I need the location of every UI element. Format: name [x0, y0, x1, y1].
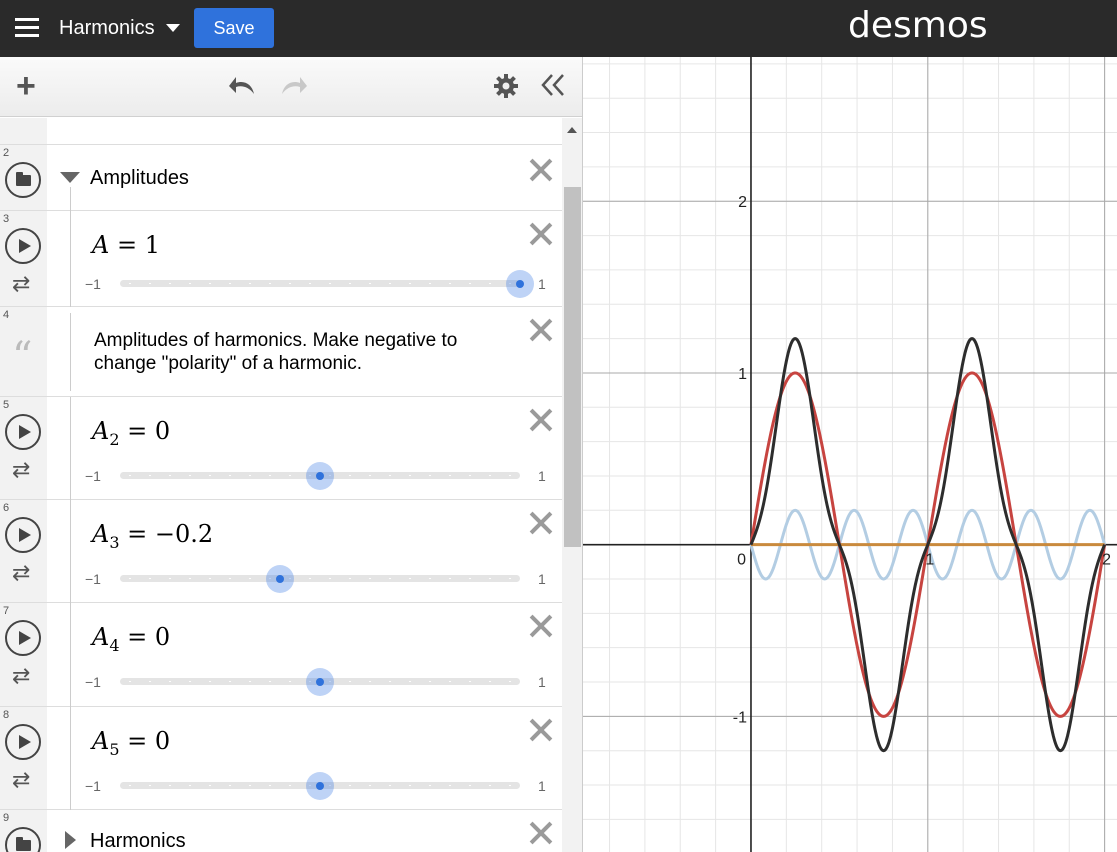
slider-handle[interactable]: [506, 270, 534, 298]
slider-max[interactable]: 1: [538, 571, 546, 587]
slider-track[interactable]: [120, 280, 520, 287]
gear-icon[interactable]: [493, 73, 519, 104]
top-bar: Harmonics Save desmos: [0, 0, 1117, 57]
folder-label[interactable]: Harmonics: [90, 830, 186, 852]
slider-min[interactable]: −1: [85, 674, 101, 690]
close-icon[interactable]: [529, 222, 553, 246]
tick-label-x: 1: [925, 552, 934, 569]
expression-row[interactable]: 4 “ Amplitudes of harmonics. Make negati…: [0, 307, 562, 397]
desmos-logo: desmos: [848, 5, 988, 46]
loop-icon[interactable]: ⇄: [12, 665, 30, 687]
redo-icon[interactable]: [278, 74, 308, 103]
expression-latex[interactable]: A2 = 0: [92, 417, 170, 449]
slider-handle[interactable]: [306, 668, 334, 696]
expression-list: 2 Amplitudes 3 ⇄ A = 1 −1 1 4 “ Amplitud…: [0, 118, 562, 852]
expression-row[interactable]: 3 ⇄ A = 1 −1 1: [0, 211, 562, 307]
slider-min[interactable]: −1: [85, 468, 101, 484]
expression-row[interactable]: 2 Amplitudes: [0, 145, 562, 211]
folder-closed-icon[interactable]: [65, 831, 76, 849]
close-icon[interactable]: [529, 318, 553, 342]
slider-max[interactable]: 1: [538, 468, 546, 484]
tick-label-y: -1: [733, 709, 747, 726]
row-number: 3: [3, 213, 10, 225]
loop-icon[interactable]: ⇄: [12, 459, 30, 481]
tick-label-y: 2: [738, 194, 747, 211]
loop-icon[interactable]: ⇄: [12, 273, 30, 295]
scrollbar[interactable]: [562, 118, 582, 852]
slider-max[interactable]: 1: [538, 276, 546, 292]
expression-row[interactable]: 7 ⇄ A4 = 0 −1 1: [0, 603, 562, 707]
slider-min[interactable]: −1: [85, 571, 101, 587]
row-number: 6: [3, 502, 10, 514]
tick-label-origin: 0: [737, 552, 746, 569]
quote-icon: “: [12, 334, 33, 380]
folder-icon[interactable]: [5, 162, 41, 198]
desmos-app: Harmonics Save desmos + 2 Amplitudes 3 ⇄…: [0, 0, 1117, 852]
graph-paper[interactable]: 2 1 0 -1 1 2: [583, 57, 1117, 852]
row-number: 2: [3, 147, 10, 159]
loop-icon[interactable]: ⇄: [12, 562, 30, 584]
folder-icon[interactable]: [5, 827, 41, 852]
expression-panel: + 2 Amplitudes 3 ⇄ A = 1 −1 1 4 “ Amplit…: [0, 57, 583, 852]
slider-max[interactable]: 1: [538, 674, 546, 690]
slider-min[interactable]: −1: [85, 778, 101, 794]
close-icon[interactable]: [529, 158, 553, 182]
double-chevron-left-icon[interactable]: [540, 72, 566, 101]
hamburger-icon[interactable]: [14, 15, 40, 41]
slider-handle[interactable]: [306, 462, 334, 490]
expression-latex[interactable]: A4 = 0: [92, 623, 170, 655]
graph-canvas[interactable]: 2 1 0 -1 1 2: [583, 57, 1117, 852]
close-icon[interactable]: [529, 408, 553, 432]
expression-row[interactable]: 9 Harmonics: [0, 810, 562, 852]
expression-row[interactable]: 6 ⇄ A3 = −0.2 −1 1: [0, 500, 562, 603]
expression-latex[interactable]: A = 1: [92, 231, 160, 263]
expression-row[interactable]: 5 ⇄ A2 = 0 −1 1: [0, 397, 562, 500]
row-number: 5: [3, 399, 10, 411]
slider-track[interactable]: [120, 575, 520, 582]
save-button[interactable]: Save: [194, 8, 274, 48]
expression-latex[interactable]: A3 = −0.2: [92, 520, 213, 552]
slider-handle[interactable]: [266, 565, 294, 593]
loop-icon[interactable]: ⇄: [12, 769, 30, 791]
scrollbar-thumb[interactable]: [564, 187, 581, 547]
play-icon[interactable]: [5, 228, 41, 264]
close-icon[interactable]: [529, 718, 553, 742]
expression-row[interactable]: 8 ⇄ A5 = 0 −1 1: [0, 707, 562, 810]
graph-title[interactable]: Harmonics: [59, 17, 155, 40]
plus-icon[interactable]: +: [16, 69, 36, 103]
close-icon[interactable]: [529, 614, 553, 638]
expression-row-partial: [0, 118, 562, 145]
folder-label[interactable]: Amplitudes: [90, 167, 189, 190]
close-icon[interactable]: [529, 821, 553, 845]
slider-min[interactable]: −1: [85, 276, 101, 292]
expression-toolbar: +: [0, 57, 582, 117]
play-icon[interactable]: [5, 724, 41, 760]
slider-handle[interactable]: [306, 772, 334, 800]
scroll-up-icon[interactable]: [567, 127, 577, 133]
tick-label-x: 2: [1102, 552, 1111, 569]
close-icon[interactable]: [529, 511, 553, 535]
folder-open-icon[interactable]: [60, 172, 80, 183]
play-icon[interactable]: [5, 517, 41, 553]
row-number: 8: [3, 709, 10, 721]
undo-icon[interactable]: [228, 74, 258, 103]
slider-max[interactable]: 1: [538, 778, 546, 794]
tick-label-y: 1: [738, 366, 747, 383]
expression-latex[interactable]: A5 = 0: [92, 727, 170, 759]
play-icon[interactable]: [5, 414, 41, 450]
chevron-down-icon[interactable]: [166, 24, 180, 32]
note-text[interactable]: Amplitudes of harmonics. Make negative t…: [94, 329, 514, 375]
row-number: 9: [3, 812, 10, 824]
row-number: 4: [3, 309, 10, 321]
play-icon[interactable]: [5, 620, 41, 656]
row-number: 7: [3, 605, 10, 617]
